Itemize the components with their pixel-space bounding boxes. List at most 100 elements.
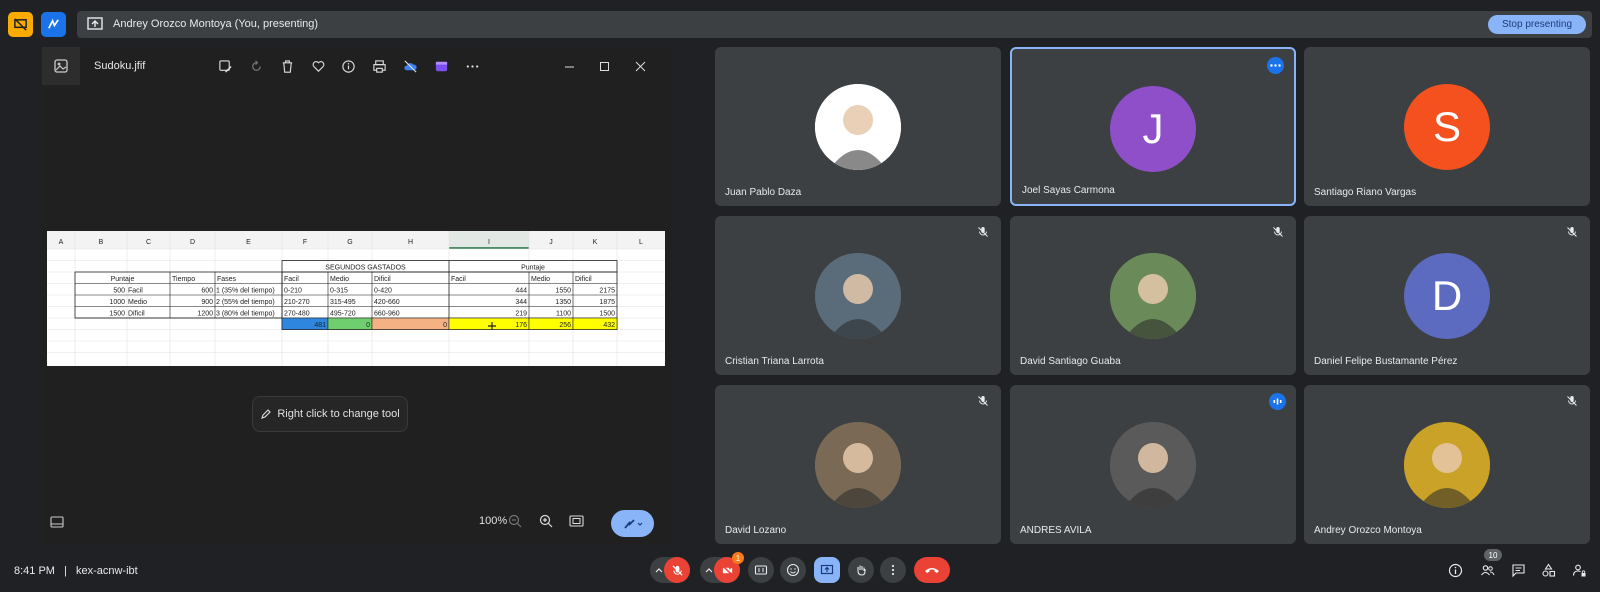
- info-icon: [1448, 563, 1462, 577]
- participant-tile[interactable]: ANDRES AVILA: [1010, 385, 1296, 544]
- stop-presenting-button[interactable]: Stop presenting: [1488, 15, 1586, 34]
- participant-tile[interactable]: J Joel Sayas Carmona: [1010, 47, 1296, 206]
- avatar-initial: J: [1142, 105, 1164, 152]
- camera-button[interactable]: 1: [700, 552, 744, 583]
- profile-photo: [815, 253, 901, 339]
- total-value: 481: [314, 322, 326, 329]
- filmstrip-icon[interactable]: [50, 516, 64, 528]
- mic-button[interactable]: [650, 557, 690, 583]
- cloud-off-icon[interactable]: [400, 56, 420, 76]
- delete-icon[interactable]: [277, 56, 297, 76]
- hand-icon: [857, 565, 866, 576]
- clipchamp-icon[interactable]: [431, 56, 451, 76]
- activities-button[interactable]: [1539, 561, 1557, 579]
- column-header: A: [59, 239, 64, 246]
- avatar: [1404, 422, 1490, 508]
- maximize-icon[interactable]: [593, 55, 615, 77]
- present-screen-icon: [87, 17, 103, 30]
- avatar: [815, 422, 901, 508]
- more-options-button[interactable]: [880, 557, 906, 583]
- cell-value: 0-420: [374, 288, 392, 295]
- favorite-icon[interactable]: [308, 56, 328, 76]
- cell-value: 1200: [197, 311, 213, 318]
- reactions-button[interactable]: [780, 557, 806, 583]
- participant-tile[interactable]: Juan Pablo Daza: [715, 47, 1001, 206]
- cell-value: 2 (55% del tiempo): [216, 299, 275, 306]
- group-header: SEGUNDOS GASTADOS: [325, 265, 406, 272]
- whiteboard-icon[interactable]: [41, 12, 66, 37]
- top-bar: Andrey Orozco Montoya (You, presenting) …: [0, 0, 1600, 48]
- column-header: J: [549, 239, 553, 246]
- mic-off-icon: [978, 396, 988, 406]
- column-header: K: [593, 239, 598, 246]
- participant-tile[interactable]: D Daniel Felipe Bustamante Pérez: [1304, 216, 1590, 375]
- tool-hint: Right click to change tool: [252, 396, 408, 432]
- screen-share-off-icon[interactable]: [8, 12, 33, 37]
- zoom-level: 100%: [479, 515, 508, 527]
- meeting-details-button[interactable]: [1446, 561, 1464, 579]
- mic-off-icon: [1273, 227, 1283, 237]
- zoom-out-icon[interactable]: [508, 514, 522, 528]
- column-header: B: [99, 239, 104, 246]
- ink-tool-button[interactable]: [611, 510, 654, 537]
- print-icon[interactable]: [369, 56, 389, 76]
- table-header: Fases: [217, 276, 237, 283]
- participant-name: Santiago Riano Vargas: [1314, 187, 1417, 198]
- participant-tile[interactable]: David Santiago Guaba: [1010, 216, 1296, 375]
- participant-name: Andrey Orozco Montoya: [1314, 525, 1422, 536]
- participant-name: Juan Pablo Daza: [725, 187, 802, 198]
- tile-options-icon[interactable]: [1267, 57, 1284, 74]
- clock: 8:41 PM: [14, 565, 55, 577]
- column-header: I: [488, 239, 490, 246]
- participant-tile[interactable]: David Lozano: [715, 385, 1001, 544]
- participant-tile[interactable]: Andrey Orozco Montoya: [1304, 385, 1590, 544]
- participant-tile[interactable]: S Santiago Riano Vargas: [1304, 47, 1590, 206]
- close-icon[interactable]: [629, 55, 651, 77]
- cell-value: 270-480: [284, 311, 310, 318]
- raise-hand-button[interactable]: [848, 557, 874, 583]
- mic-off-icon: [1567, 396, 1577, 406]
- leave-call-button[interactable]: [914, 557, 950, 583]
- participant-name: Cristian Triana Larrota: [725, 356, 824, 367]
- cell-value: 1550: [555, 288, 571, 295]
- fit-to-window-icon[interactable]: [569, 515, 584, 527]
- chat-icon: [1511, 563, 1525, 577]
- participant-name: David Santiago Guaba: [1020, 356, 1121, 367]
- zoom-in-icon[interactable]: [539, 514, 553, 528]
- cell-value: 210-270: [284, 299, 310, 306]
- avatar: S: [1404, 84, 1490, 170]
- column-header: L: [639, 239, 643, 246]
- column-header: D: [190, 239, 195, 246]
- people-button[interactable]: 10: [1478, 549, 1502, 579]
- participant-tile[interactable]: Cristian Triana Larrota: [715, 216, 1001, 375]
- avatar: [815, 253, 901, 339]
- lock-person-icon: [1572, 564, 1585, 576]
- profile-photo: [1404, 422, 1490, 508]
- host-controls-button[interactable]: [1570, 561, 1588, 579]
- avatar-initial: S: [1432, 103, 1461, 150]
- minimize-icon[interactable]: [558, 55, 580, 77]
- cell-value: 1875: [599, 299, 615, 306]
- chat-button[interactable]: [1509, 561, 1527, 579]
- activities-icon: [1541, 563, 1555, 577]
- cell-value: Medio: [128, 299, 147, 306]
- present-button[interactable]: [814, 557, 840, 583]
- participant-name: Joel Sayas Carmona: [1022, 185, 1115, 196]
- captions-button[interactable]: [748, 557, 774, 583]
- edit-image-icon[interactable]: [215, 56, 235, 76]
- gallery-icon[interactable]: [42, 47, 80, 85]
- info-icon[interactable]: [338, 56, 358, 76]
- spreadsheet-canvas: A B C D E F G H I J K L SEGUNDOS GASTADOS Puntaje Punt…: [47, 231, 665, 366]
- column-header: H: [408, 239, 413, 246]
- participant-count-badge: 10: [1484, 549, 1502, 561]
- column-header-strip: [47, 231, 665, 249]
- total-value: 176: [515, 322, 527, 329]
- avatar: J: [1110, 86, 1196, 172]
- chevron-up-icon: [705, 568, 713, 573]
- cell-value: 344: [515, 299, 527, 306]
- avatar: D: [1404, 253, 1490, 339]
- rotate-icon[interactable]: [246, 56, 266, 76]
- more-icon[interactable]: [462, 56, 482, 76]
- present-screen-icon: [820, 564, 834, 575]
- profile-photo: [815, 84, 901, 170]
